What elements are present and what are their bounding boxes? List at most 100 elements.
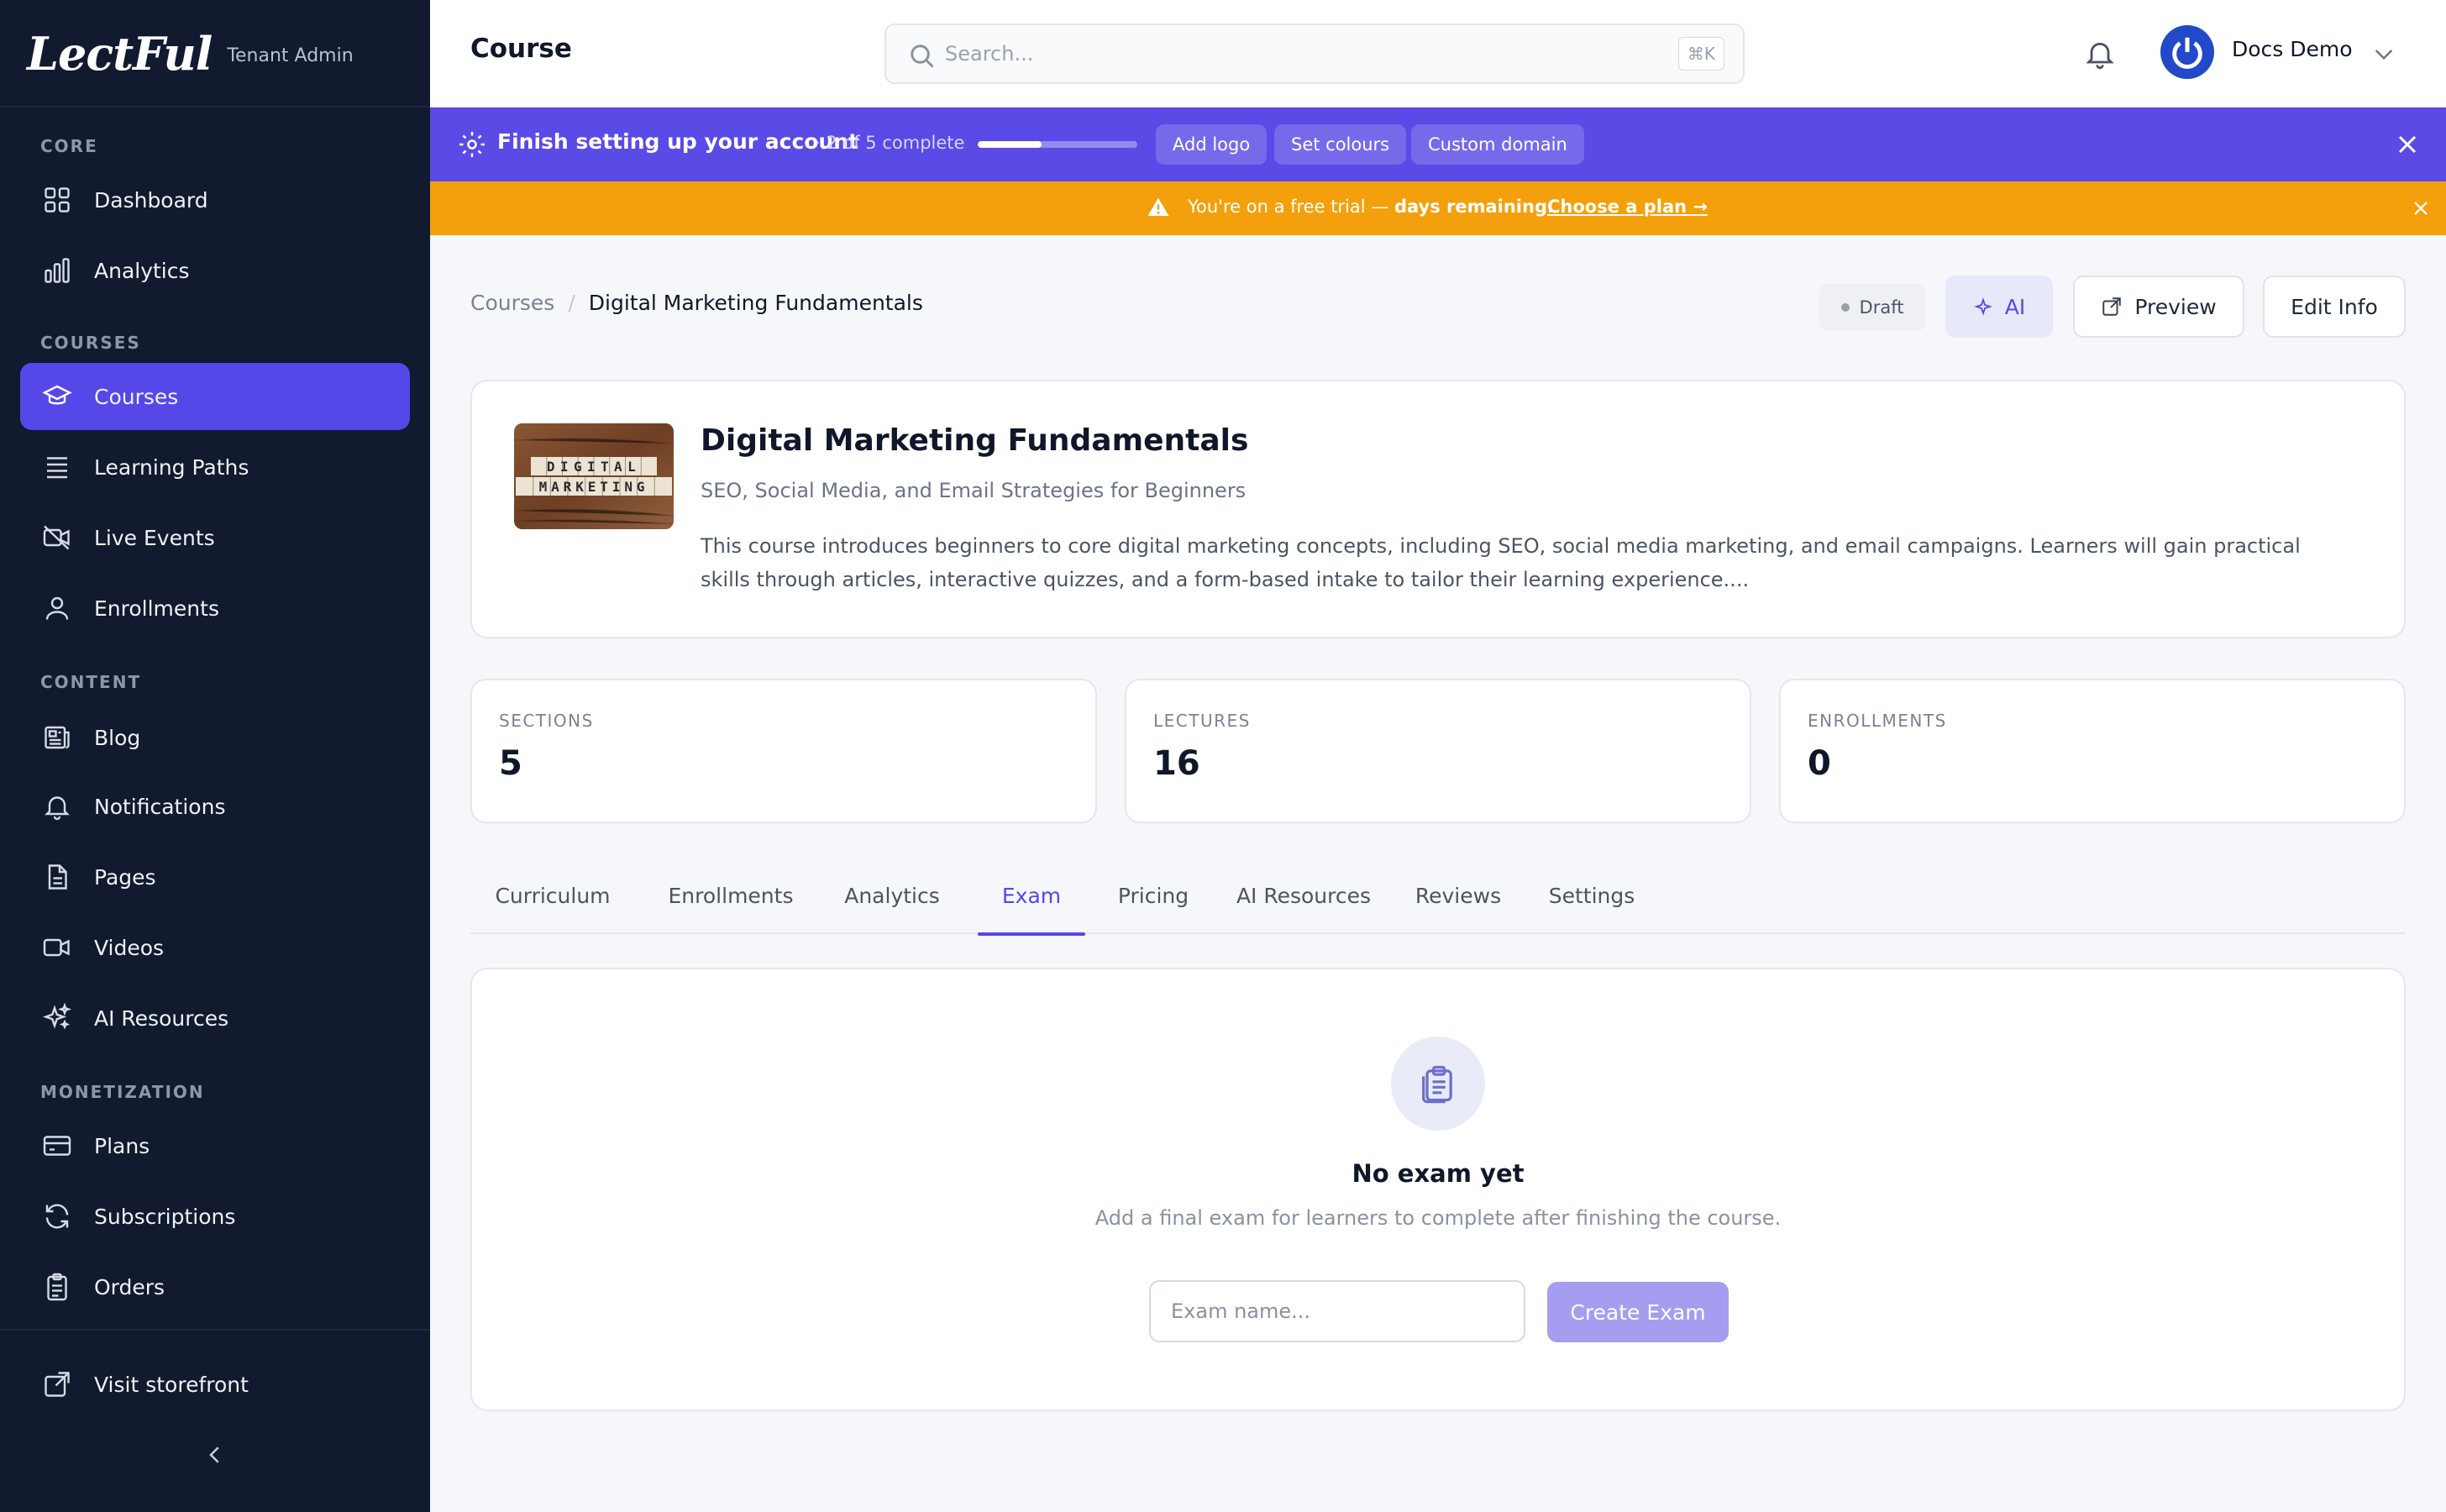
clipboard-icon [1422, 1065, 1452, 1104]
sidebar-item-label: Dashboard [94, 187, 208, 213]
sidebar-item-label: Notifications [94, 794, 226, 819]
sidebar-item-blog[interactable]: Blog [20, 704, 410, 771]
gear-icon [459, 132, 485, 157]
course-tabs: Curriculum Enrollments Analytics Exam Pr… [470, 857, 2406, 936]
brand-logo[interactable]: LectFul [27, 27, 213, 81]
grid-icon [40, 183, 74, 217]
sidebar-item-enrollments[interactable]: Enrollments [20, 575, 410, 642]
edit-info-button[interactable]: Edit Info [2263, 276, 2406, 338]
thumbnail-text-row1: DIGITAL [547, 459, 641, 475]
search-icon [911, 45, 934, 68]
tab-pricing[interactable]: Pricing [1099, 857, 1208, 934]
section-content: CONTENT [40, 672, 142, 692]
external-link-icon [40, 1368, 74, 1401]
course-title: Digital Marketing Fundamentals [701, 423, 1249, 458]
sparkle-icon [1973, 297, 1992, 316]
brand: LectFul Tenant Admin [27, 24, 354, 84]
collapse-sidebar-button[interactable] [198, 1438, 232, 1472]
tab-reviews[interactable]: Reviews [1399, 857, 1517, 934]
stat-enrollments: ENROLLMENTS 0 [1779, 679, 2406, 823]
trial-days-remaining: days remaining [1394, 197, 1547, 217]
status-label: Draft [1859, 297, 1904, 318]
sidebar-item-label: Orders [94, 1274, 165, 1299]
sidebar-item-live-events[interactable]: Live Events [20, 504, 410, 571]
course-summary-card: DIGITAL MARKETING Digital Marketing Fund… [470, 380, 2406, 638]
sidebar-item-ai-resources[interactable]: AI Resources [20, 984, 410, 1052]
trial-text: You're on a free trial — days remaining. [1188, 197, 1553, 217]
exam-empty-title: No exam yet [1352, 1159, 1525, 1188]
course-subtitle: SEO, Social Media, and Email Strategies … [701, 479, 1247, 502]
sidebar-item-label: Subscriptions [94, 1204, 236, 1229]
set-colours-button[interactable]: Set colours [1274, 124, 1407, 165]
stat-value: 16 [1153, 744, 1200, 783]
setup-progress-bar [978, 141, 1137, 148]
sidebar-item-label: Enrollments [94, 596, 219, 621]
divider [0, 1329, 430, 1331]
sidebar-item-notifications[interactable]: Notifications [20, 773, 410, 840]
tab-exam[interactable]: Exam [978, 857, 1085, 936]
breadcrumb: Courses / Digital Marketing Fundamentals [470, 291, 923, 315]
close-icon[interactable] [2409, 197, 2433, 220]
preview-button[interactable]: Preview [2073, 276, 2244, 338]
tab-curriculum[interactable]: Curriculum [470, 857, 635, 934]
status-dot [1840, 303, 1850, 312]
stat-value: 5 [499, 744, 522, 783]
bell-icon[interactable] [2083, 37, 2117, 71]
chevron-down-icon[interactable] [2370, 40, 2397, 67]
avatar[interactable] [2160, 25, 2214, 79]
choose-plan-link[interactable]: Choose a plan → [1547, 197, 1708, 217]
sidebar-item-plans[interactable]: Plans [20, 1112, 410, 1179]
close-icon[interactable] [2392, 129, 2422, 160]
exam-name-input[interactable] [1149, 1280, 1525, 1342]
visit-storefront-label: Visit storefront [94, 1372, 249, 1397]
create-exam-button[interactable]: Create Exam [1547, 1282, 1729, 1342]
tab-analytics[interactable]: Analytics [827, 857, 958, 934]
sidebar-item-pages[interactable]: Pages [20, 843, 410, 911]
sidebar-item-label: Pages [94, 864, 156, 890]
sidebar-item-subscriptions[interactable]: Subscriptions [20, 1183, 410, 1250]
course-description: This course introduces beginners to core… [701, 534, 2301, 591]
tab-ai-resources[interactable]: AI Resources [1221, 857, 1386, 934]
warning-icon [1147, 197, 1169, 216]
sidebar-item-videos[interactable]: Videos [20, 914, 410, 981]
custom-domain-button[interactable]: Custom domain [1411, 124, 1584, 165]
sidebar-item-label: AI Resources [94, 1005, 229, 1031]
graduation-cap-icon [40, 380, 74, 413]
sidebar-item-orders[interactable]: Orders [20, 1253, 410, 1320]
tab-settings[interactable]: Settings [1530, 857, 1653, 934]
chevron-left-icon [209, 1446, 219, 1463]
refresh-icon [40, 1200, 74, 1233]
sidebar-item-label: Learning Paths [94, 454, 249, 480]
stat-label: SECTIONS [499, 711, 594, 731]
exam-empty-description: Add a final exam for learners to complet… [1094, 1206, 1782, 1230]
trial-text-prefix: You're on a free trial — [1188, 197, 1394, 217]
stat-sections: SECTIONS 5 [470, 679, 1097, 823]
power-icon [2172, 37, 2202, 69]
credit-card-icon [40, 1129, 74, 1163]
visit-storefront-link[interactable]: Visit storefront [20, 1351, 410, 1418]
external-link-icon [2102, 297, 2122, 316]
sidebar-item-label: Live Events [94, 525, 215, 550]
status-badge: Draft [1819, 284, 1925, 331]
add-logo-button[interactable]: Add logo [1156, 124, 1268, 165]
stat-lectures: LECTURES 16 [1125, 679, 1751, 823]
clipboard-icon [40, 1270, 74, 1304]
breadcrumb-courses-link[interactable]: Courses [470, 291, 554, 315]
exam-empty-state: No exam yet Add a final exam for learner… [470, 968, 2406, 1411]
tab-enrollments[interactable]: Enrollments [648, 857, 813, 934]
sidebar-item-analytics[interactable]: Analytics [20, 237, 410, 304]
sidebar-item-dashboard[interactable]: Dashboard [20, 166, 410, 234]
file-icon [40, 860, 74, 894]
search-input[interactable] [945, 34, 1667, 74]
list-icon [40, 450, 74, 484]
user-icon [40, 591, 74, 625]
user-name[interactable]: Docs Demo [2232, 37, 2353, 61]
sparkles-icon [40, 1001, 74, 1035]
trial-banner: You're on a free trial — days remaining.… [430, 181, 2446, 235]
course-thumbnail: DIGITAL MARKETING [514, 423, 674, 529]
sidebar-item-courses[interactable]: Courses [20, 363, 410, 430]
ai-button[interactable]: AI [1945, 276, 2053, 338]
sidebar-item-learning-paths[interactable]: Learning Paths [20, 433, 410, 501]
divider [0, 106, 430, 108]
search-box[interactable]: ⌘K [884, 24, 1745, 84]
